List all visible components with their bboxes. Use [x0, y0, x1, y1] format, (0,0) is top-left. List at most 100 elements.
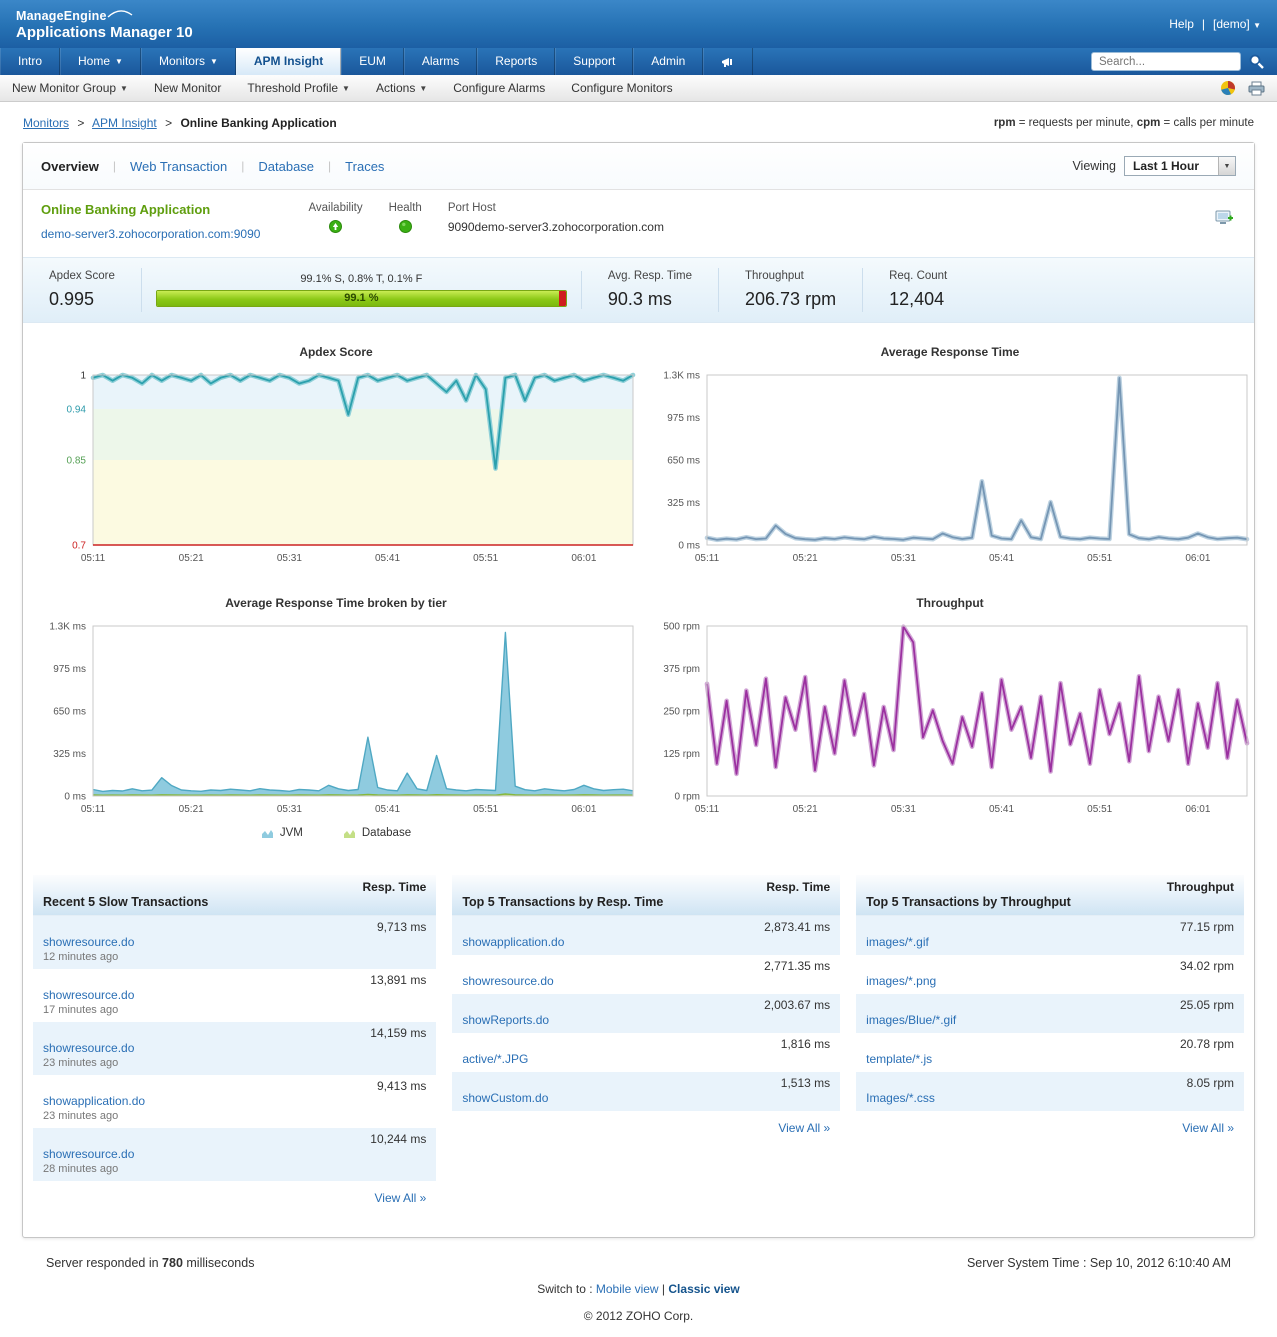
- actions-menu[interactable]: Actions▼: [376, 81, 427, 95]
- search-icon[interactable]: [1248, 53, 1265, 70]
- svg-text:05:21: 05:21: [793, 553, 818, 564]
- transaction-link[interactable]: active/*.JPG: [462, 1052, 528, 1066]
- help-link[interactable]: Help: [1169, 17, 1194, 31]
- reports-pie-icon[interactable]: [1220, 80, 1236, 96]
- footer-status-row: Server responded in 780 milliseconds Ser…: [0, 1238, 1277, 1270]
- user-menu[interactable]: [demo] ▼: [1213, 17, 1261, 31]
- table-row: 77.15 rpm images/*.gif: [856, 916, 1244, 955]
- units-legend: rpm = requests per minute, cpm = calls p…: [994, 117, 1254, 129]
- viewing-select[interactable]: Last 1 Hour ▼: [1124, 156, 1236, 176]
- add-to-dashboard-icon[interactable]: [1215, 210, 1234, 229]
- svg-text:05:41: 05:41: [989, 804, 1014, 815]
- port-host-label: Port Host: [448, 202, 664, 214]
- tab-overview[interactable]: Overview: [41, 159, 99, 174]
- view-all-link[interactable]: View All »: [778, 1121, 830, 1135]
- transaction-link[interactable]: showresource.do: [462, 974, 553, 988]
- nav-tab-apm-insight[interactable]: APM Insight: [236, 48, 341, 75]
- main-navigation: Intro Home▼ Monitors▼ APM Insight EUM Al…: [0, 48, 1277, 75]
- nav-tab-eum[interactable]: EUM: [341, 48, 404, 75]
- availability-label: Availability: [308, 202, 362, 214]
- table-row: 1,816 ms active/*.JPG: [452, 1033, 840, 1072]
- search-input[interactable]: [1091, 52, 1241, 71]
- table-row: 1,513 ms showCustom.do: [452, 1072, 840, 1111]
- configure-monitors-link[interactable]: Configure Monitors: [571, 81, 672, 95]
- announcement-icon[interactable]: [703, 48, 753, 75]
- transaction-link[interactable]: showReports.do: [462, 1013, 549, 1027]
- legend-item-database[interactable]: Database: [343, 827, 411, 839]
- transaction-link[interactable]: showresource.do: [43, 935, 134, 949]
- svg-text:05:21: 05:21: [179, 804, 204, 815]
- avg-resp-time-stat: Avg. Resp. Time 90.3 ms: [582, 268, 719, 312]
- breadcrumb-row: Monitors > APM Insight > Online Banking …: [0, 102, 1277, 140]
- transaction-link[interactable]: template/*.js: [866, 1052, 932, 1066]
- nav-tab-reports[interactable]: Reports: [477, 48, 555, 75]
- tab-web-transaction[interactable]: Web Transaction: [130, 159, 227, 174]
- svg-text:0.85: 0.85: [67, 456, 87, 467]
- configure-alarms-link[interactable]: Configure Alarms: [453, 81, 545, 95]
- nav-tab-home[interactable]: Home▼: [60, 48, 141, 75]
- transaction-link[interactable]: showapplication.do: [43, 1094, 145, 1108]
- chevron-down-icon: ▼: [419, 84, 427, 93]
- transaction-link[interactable]: showresource.do: [43, 988, 134, 1002]
- transaction-link[interactable]: showresource.do: [43, 1147, 134, 1161]
- tab-separator: |: [328, 159, 331, 173]
- transaction-link[interactable]: showCustom.do: [462, 1091, 548, 1105]
- health-label: Health: [389, 202, 422, 214]
- logo-swoosh-icon: [107, 7, 133, 21]
- apdex-score-chart: 10.940.850.705:1105:2105:3105:4105:5106:…: [29, 367, 643, 567]
- logo-line2: Applications Manager 10: [16, 24, 193, 41]
- response-time-by-tier-chart-block: Average Response Time broken by tier 0 m…: [29, 596, 643, 839]
- transaction-tables: Resp. Time Recent 5 Slow Transactions 9,…: [23, 849, 1254, 1221]
- svg-text:05:41: 05:41: [989, 553, 1014, 564]
- view-all-link[interactable]: View All »: [1182, 1121, 1234, 1135]
- manageengine-logo[interactable]: ManageEngine Applications Manager 10: [16, 7, 193, 41]
- transaction-link[interactable]: images/*.png: [866, 974, 936, 988]
- nav-tab-admin[interactable]: Admin: [633, 48, 703, 75]
- threshold-profile-menu[interactable]: Threshold Profile▼: [247, 81, 350, 95]
- svg-text:0 ms: 0 ms: [64, 792, 86, 803]
- svg-text:05:51: 05:51: [473, 804, 498, 815]
- tab-database[interactable]: Database: [258, 159, 314, 174]
- panel-tabs-row: Overview | Web Transaction | Database | …: [23, 143, 1254, 190]
- tab-traces[interactable]: Traces: [345, 159, 384, 174]
- svg-text:325 ms: 325 ms: [53, 749, 86, 760]
- health-clear-icon[interactable]: [399, 222, 412, 236]
- table-row: 2,873.41 ms showapplication.do: [452, 916, 840, 955]
- nav-tab-alarms[interactable]: Alarms: [404, 48, 477, 75]
- mobile-view-link[interactable]: Mobile view: [596, 1282, 659, 1296]
- svg-text:650 ms: 650 ms: [53, 707, 86, 718]
- apdex-score-chart-block: Apdex Score 10.940.850.705:1105:2105:310…: [29, 345, 643, 570]
- transaction-link[interactable]: images/*.gif: [866, 935, 929, 949]
- breadcrumb-separator: >: [165, 116, 172, 130]
- legend-item-jvm[interactable]: JVM: [261, 827, 303, 839]
- apdex-distribution: 99.1% S, 0.8% T, 0.1% F 99.1 %: [142, 271, 582, 309]
- stats-bar: Apdex Score 0.995 99.1% S, 0.8% T, 0.1% …: [23, 257, 1254, 323]
- nav-tab-monitors[interactable]: Monitors▼: [141, 48, 236, 75]
- new-monitor-group-menu[interactable]: New Monitor Group▼: [12, 81, 128, 95]
- table-row: 2,771.35 ms showresource.do: [452, 955, 840, 994]
- new-monitor-link[interactable]: New Monitor: [154, 81, 221, 95]
- breadcrumb-current: Online Banking Application: [180, 116, 336, 130]
- breadcrumb: Monitors > APM Insight > Online Banking …: [23, 116, 337, 130]
- view-all-link[interactable]: View All »: [375, 1191, 427, 1205]
- breadcrumb-apm-insight[interactable]: APM Insight: [92, 116, 157, 130]
- application-url-link[interactable]: demo-server3.zohocorporation.com:9090: [41, 227, 260, 241]
- print-icon[interactable]: [1248, 81, 1265, 96]
- svg-text:0 ms: 0 ms: [678, 541, 700, 552]
- availability-up-icon[interactable]: [329, 222, 342, 236]
- tab-separator: |: [113, 159, 116, 173]
- svg-text:05:31: 05:31: [277, 804, 302, 815]
- secondary-toolbar: New Monitor Group▼ New Monitor Threshold…: [0, 75, 1277, 102]
- transaction-link[interactable]: showapplication.do: [462, 935, 564, 949]
- nav-tab-intro[interactable]: Intro: [0, 48, 60, 75]
- table-row: 20.78 rpm template/*.js: [856, 1033, 1244, 1072]
- svg-text:05:51: 05:51: [473, 553, 498, 564]
- svg-text:06:01: 06:01: [571, 553, 596, 564]
- transaction-link[interactable]: Images/*.css: [866, 1091, 935, 1105]
- copyright: © 2012 ZOHO Corp.: [0, 1309, 1277, 1323]
- table-row: 14,159 ms showresource.do 23 minutes ago: [33, 1022, 436, 1075]
- transaction-link[interactable]: images/Blue/*.gif: [866, 1013, 956, 1027]
- transaction-link[interactable]: showresource.do: [43, 1041, 134, 1055]
- nav-tab-support[interactable]: Support: [555, 48, 633, 75]
- breadcrumb-monitors[interactable]: Monitors: [23, 116, 69, 130]
